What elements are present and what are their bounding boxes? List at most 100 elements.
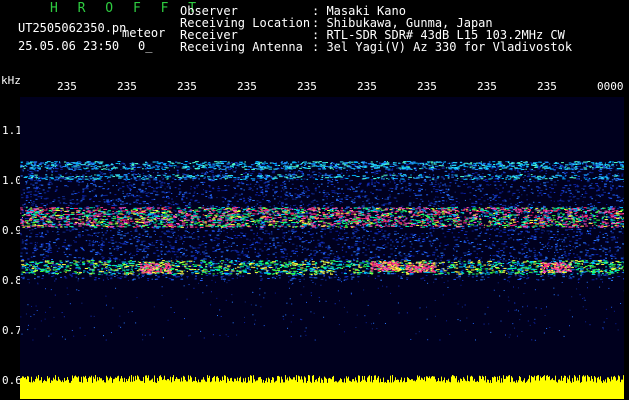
level-bar bbox=[413, 380, 414, 399]
level-bar bbox=[162, 380, 163, 399]
level-bar bbox=[386, 382, 387, 399]
level-bar bbox=[272, 377, 273, 399]
level-bar bbox=[112, 382, 113, 399]
level-bar bbox=[284, 382, 285, 399]
antenna-label: Receiving Antenna bbox=[180, 40, 303, 54]
level-bar bbox=[262, 382, 263, 399]
level-bar bbox=[555, 375, 556, 399]
level-bar bbox=[144, 382, 145, 399]
level-bar bbox=[97, 377, 98, 399]
level-bar bbox=[33, 380, 34, 399]
level-bar bbox=[305, 377, 306, 399]
level-bar bbox=[349, 380, 350, 399]
level-bar bbox=[401, 377, 402, 399]
level-bar bbox=[569, 375, 570, 399]
level-bar bbox=[63, 382, 64, 399]
level-bar bbox=[346, 376, 347, 399]
level-bar bbox=[68, 379, 69, 399]
level-bar bbox=[329, 377, 330, 399]
level-bar bbox=[453, 375, 454, 399]
level-bar bbox=[241, 382, 242, 399]
level-bar bbox=[279, 376, 280, 399]
level-bar bbox=[254, 379, 255, 399]
level-bar bbox=[294, 377, 295, 399]
level-bar bbox=[282, 379, 283, 399]
level-bar bbox=[458, 380, 459, 399]
level-bar bbox=[299, 376, 300, 399]
level-bar bbox=[227, 377, 228, 399]
level-bar bbox=[267, 382, 268, 399]
level-bar bbox=[518, 380, 519, 399]
level-bar bbox=[300, 379, 301, 399]
level-bar bbox=[225, 375, 226, 399]
level-bar bbox=[463, 377, 464, 399]
level-bar bbox=[485, 375, 486, 399]
level-bar bbox=[567, 377, 568, 399]
level-bar bbox=[89, 376, 90, 399]
level-bar bbox=[213, 376, 214, 399]
level-bar bbox=[355, 377, 356, 399]
level-bar bbox=[501, 378, 502, 399]
level-bar bbox=[36, 376, 37, 399]
level-bar bbox=[69, 382, 70, 399]
level-bar bbox=[239, 377, 240, 399]
level-bar bbox=[172, 377, 173, 399]
level-bar bbox=[389, 382, 390, 399]
level-bar bbox=[361, 380, 362, 399]
level-bar bbox=[526, 381, 527, 399]
level-bar bbox=[411, 379, 412, 399]
level-bar bbox=[517, 382, 518, 399]
level-bar bbox=[430, 378, 431, 399]
level-bar bbox=[554, 380, 555, 399]
level-bar bbox=[399, 382, 400, 399]
level-bar bbox=[171, 382, 172, 399]
level-bar bbox=[191, 377, 192, 399]
level-bar bbox=[121, 376, 122, 399]
level-bar bbox=[217, 376, 218, 399]
level-bar bbox=[56, 380, 57, 399]
time-tick-label: 235 bbox=[537, 80, 557, 93]
level-bar bbox=[215, 381, 216, 399]
level-bar bbox=[143, 376, 144, 399]
time-tick-label: 0000 bbox=[597, 80, 624, 93]
level-bar bbox=[331, 379, 332, 399]
level-bar bbox=[496, 381, 497, 399]
level-bar bbox=[350, 381, 351, 399]
level-bar bbox=[109, 378, 110, 399]
level-bar bbox=[176, 376, 177, 399]
level-bar bbox=[509, 375, 510, 399]
level-bar bbox=[131, 375, 132, 399]
level-bar bbox=[474, 378, 475, 399]
level-bar bbox=[421, 377, 422, 399]
level-bar bbox=[516, 380, 517, 399]
level-bar bbox=[31, 376, 32, 399]
level-bar bbox=[322, 379, 323, 399]
level-bar bbox=[116, 377, 117, 399]
level-bar bbox=[611, 376, 612, 399]
level-bar bbox=[207, 375, 208, 399]
level-bar bbox=[436, 381, 437, 399]
level-bar bbox=[357, 382, 358, 399]
level-bar bbox=[382, 382, 383, 399]
level-bar bbox=[560, 380, 561, 399]
level-bar bbox=[258, 377, 259, 399]
level-bar bbox=[43, 381, 44, 399]
level-bar bbox=[198, 379, 199, 399]
level-bar bbox=[507, 376, 508, 399]
level-bar bbox=[489, 382, 490, 399]
time-tick-label: 235 bbox=[417, 80, 437, 93]
level-bar bbox=[190, 375, 191, 399]
level-bar bbox=[558, 379, 559, 399]
level-bar bbox=[465, 380, 466, 399]
level-bar bbox=[169, 380, 170, 399]
level-bar bbox=[301, 376, 302, 399]
level-bar bbox=[317, 381, 318, 399]
level-bar bbox=[237, 377, 238, 399]
level-bar bbox=[344, 378, 345, 399]
level-bar bbox=[515, 382, 516, 399]
level-bar bbox=[235, 378, 236, 399]
level-bar bbox=[404, 377, 405, 399]
level-bar bbox=[360, 381, 361, 399]
level-bar bbox=[532, 376, 533, 399]
level-bar bbox=[153, 381, 154, 399]
